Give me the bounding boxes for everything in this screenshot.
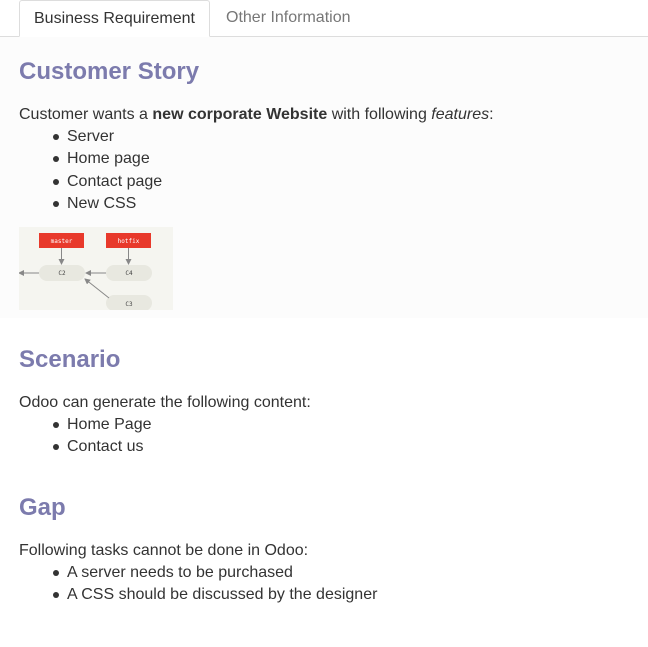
scenario-list: Home Page Contact us (50, 414, 152, 459)
intro-italic: features (431, 106, 490, 123)
intro-prefix: Customer wants a (19, 106, 153, 123)
gap-list: A server needs to be purchased A CSS sho… (50, 562, 377, 607)
tab-other-information[interactable]: Other Information (212, 0, 365, 36)
list-item: Server (50, 126, 162, 148)
tab-business-requirement[interactable]: Business Requirement (19, 0, 210, 37)
tab-bar: Business Requirement Other Information (0, 0, 648, 37)
commit-c2-label: C2 (58, 270, 66, 277)
list-item: Contact us (50, 436, 152, 458)
list-item: A CSS should be discussed by the designe… (50, 584, 377, 606)
gap-heading: Gap (19, 494, 66, 521)
intro-suffix: : (489, 106, 494, 123)
list-item: Contact page (50, 171, 162, 193)
commit-c4-label: C4 (125, 270, 133, 277)
git-branch-diagram: master hotfix C2 C4 C3 (18, 227, 173, 311)
commit-c3-label: C3 (125, 301, 133, 308)
customer-story-list: Server Home page Contact page New CSS (50, 126, 162, 216)
list-item: Home page (50, 148, 162, 170)
hotfix-label: hotfix (118, 238, 140, 245)
list-item: A server needs to be purchased (50, 562, 377, 584)
list-item: New CSS (50, 193, 162, 215)
customer-story-intro: Customer wants a new corporate Website w… (19, 105, 494, 125)
customer-story-heading: Customer Story (19, 58, 200, 85)
list-item: Home Page (50, 414, 152, 436)
gap-intro: Following tasks cannot be done in Odoo: (19, 542, 309, 559)
c3-to-c2-arrow (84, 278, 110, 299)
scenario-intro: Odoo can generate the following content: (19, 394, 311, 411)
master-label: master (51, 238, 73, 245)
intro-mid: with following (327, 106, 432, 123)
git-branch-diagram-svg: master hotfix C2 C4 C3 (18, 233, 152, 311)
intro-bold: new corporate Website (152, 106, 328, 123)
scenario-heading: Scenario (19, 346, 121, 373)
